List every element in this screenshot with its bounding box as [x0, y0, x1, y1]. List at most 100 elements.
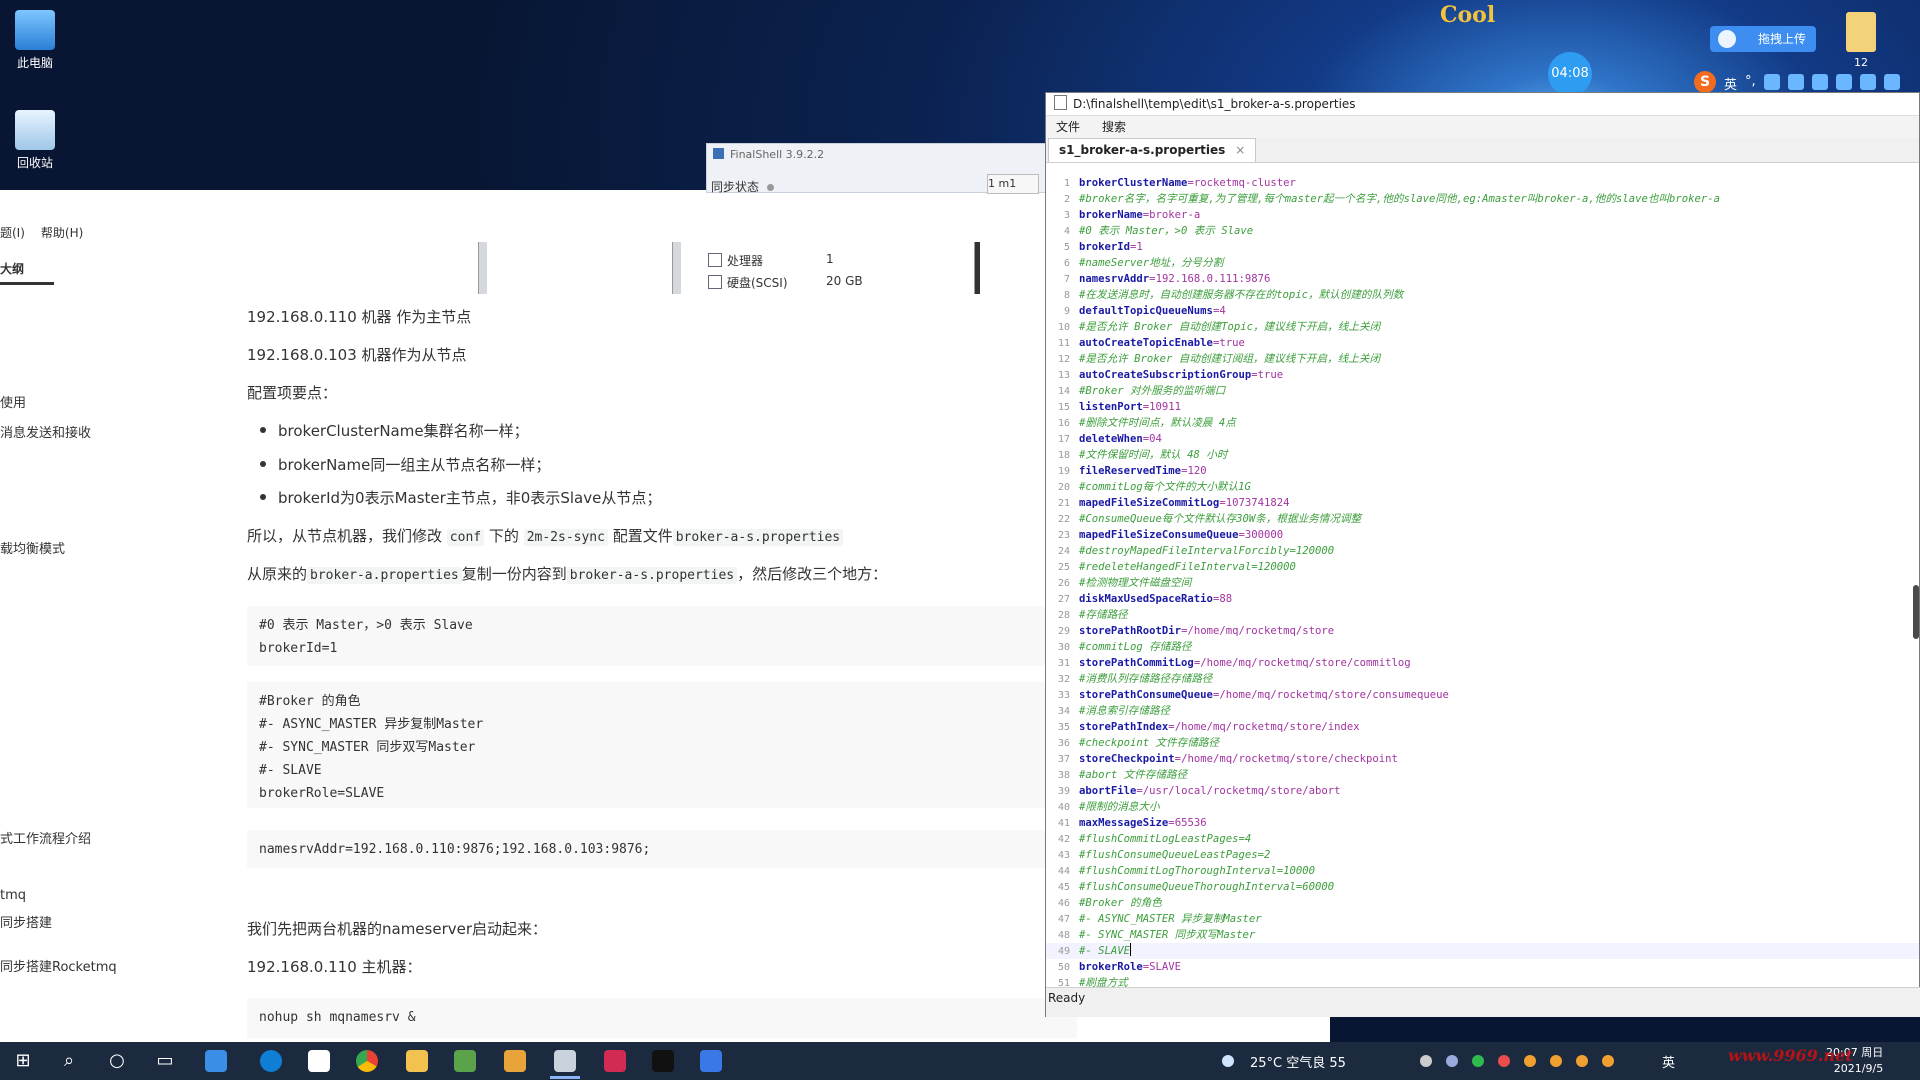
- code-block[interactable]: #Broker 的角色 #- ASYNC_MASTER 异步复制Master #…: [247, 682, 1077, 808]
- editor-line[interactable]: 19 fileReservedTime=120: [1046, 463, 1919, 479]
- editor-line[interactable]: 17 deleteWhen=04: [1046, 431, 1919, 447]
- editor-line[interactable]: 39 abortFile=/usr/local/rocketmq/store/ab…: [1046, 783, 1919, 799]
- editor-line[interactable]: 23 mapedFileSizeConsumeQueue=300000: [1046, 527, 1919, 543]
- ime-indicator[interactable]: 英: [1662, 1052, 1675, 1071]
- properties-editor-window[interactable]: D:\finalshell\temp\edit\s1_broker-a-s.pr…: [1045, 92, 1920, 1017]
- editor-line[interactable]: 26 #检测物理文件磁盘空间: [1046, 575, 1919, 591]
- outline-item[interactable]: tmq: [0, 888, 26, 903]
- editor-line[interactable]: 41 maxMessageSize=65536: [1046, 815, 1919, 831]
- menu-search[interactable]: 搜索: [1102, 116, 1126, 138]
- editor-line[interactable]: 38 #abort 文件存储路径: [1046, 767, 1919, 783]
- editor-line[interactable]: 20 #commitLog每个文件的大小默认1G: [1046, 479, 1919, 495]
- editor-line[interactable]: 14 #Broker 对外服务的监听端口: [1046, 383, 1919, 399]
- editor-text-area[interactable]: 1 brokerClusterName=rocketmq-cluster 2 #bro…: [1046, 175, 1919, 987]
- editor-line[interactable]: 33 storePathConsumeQueue=/home/mq/rocketm…: [1046, 687, 1919, 703]
- editor-line[interactable]: 8 #在发送消息时，自动创建服务器不存在的topic，默认创建的队列数: [1046, 287, 1919, 303]
- editor-line[interactable]: 46 #Broker 的角色: [1046, 895, 1919, 911]
- editor-line[interactable]: 51 #刷盘方式: [1046, 975, 1919, 987]
- grid-icon[interactable]: [1883, 74, 1900, 90]
- editor-line[interactable]: 42 #flushCommitLogLeastPages=4: [1046, 831, 1919, 847]
- task-view-icon[interactable]: ▭: [152, 1048, 178, 1074]
- code-block[interactable]: namesrvAddr=192.168.0.110:9876;192.168.0…: [247, 830, 1077, 868]
- code-block[interactable]: nohup sh mqnamesrv &: [247, 998, 1077, 1038]
- editor-line[interactable]: 16 #删除文件时间点，默认凌晨 4点: [1046, 415, 1919, 431]
- editor-line[interactable]: 9 defaultTopicQueueNums=4: [1046, 303, 1919, 319]
- editor-line[interactable]: 28 #存储路径: [1046, 607, 1919, 623]
- network-icon[interactable]: [1446, 1055, 1458, 1067]
- editor-line[interactable]: 47 #- ASYNC_MASTER 异步复制Master: [1046, 911, 1919, 927]
- editor-line[interactable]: 2 #broker名字，名字可重复,为了管理,每个master起一个名字,他的sl…: [1046, 191, 1919, 207]
- chrome-icon[interactable]: [356, 1050, 378, 1072]
- app-icon-3[interactable]: [700, 1050, 722, 1072]
- editor-line[interactable]: 18 #文件保留时间，默认 48 小时: [1046, 447, 1919, 463]
- desktop-icon-this-pc[interactable]: 此电脑: [0, 10, 70, 71]
- editor-line[interactable]: 5 brokerId=1: [1046, 239, 1919, 255]
- editor-line[interactable]: 40 #限制的消息大小: [1046, 799, 1919, 815]
- editor-line[interactable]: 36 #checkpoint 文件存储路径: [1046, 735, 1919, 751]
- editor-line[interactable]: 49 #- SLAVE: [1046, 943, 1919, 959]
- editor-line[interactable]: 6 #nameServer地址，分号分割: [1046, 255, 1919, 271]
- editor-line[interactable]: 4 #0 表示 Master，>0 表示 Slave: [1046, 223, 1919, 239]
- editor-line[interactable]: 29 storePathRootDir=/home/mq/rocketmq/sto…: [1046, 623, 1919, 639]
- editor-line[interactable]: 35 storePathIndex=/home/mq/rocketmq/store…: [1046, 719, 1919, 735]
- outline-tab[interactable]: 大纲: [0, 260, 24, 277]
- wechat-icon[interactable]: [1472, 1055, 1484, 1067]
- editor-line[interactable]: 30 #commitLog 存储路径: [1046, 639, 1919, 655]
- editor-line[interactable]: 32 #消费队列存储路径存储路径: [1046, 671, 1919, 687]
- ime-lang[interactable]: 英: [1724, 74, 1737, 93]
- editor-line[interactable]: 3 brokerName=broker-a: [1046, 207, 1919, 223]
- skin-icon[interactable]: [1859, 74, 1876, 90]
- tray-app-icon[interactable]: [1524, 1055, 1536, 1067]
- drag-upload-button[interactable]: 拖拽上传: [1710, 26, 1816, 52]
- editor-line[interactable]: 24 #destroyMapedFileIntervalForcibly=1200…: [1046, 543, 1919, 559]
- windows-start-icon[interactable]: ⊞: [10, 1048, 36, 1074]
- code-block[interactable]: #0 表示 Master，>0 表示 Slave brokerId=1: [247, 606, 1077, 666]
- close-icon[interactable]: ×: [1235, 143, 1245, 157]
- keyboard-icon[interactable]: [1811, 74, 1828, 90]
- editor-scrollbar[interactable]: [1913, 585, 1919, 639]
- editor-line[interactable]: 10 #是否允许 Broker 自动创建Topic，建议线下开启，线上关闭: [1046, 319, 1919, 335]
- editor-line[interactable]: 22 #ConsumeQueue每个文件默认存30W条，根据业务情况调整: [1046, 511, 1919, 527]
- outline-item[interactable]: 载均衡模式: [0, 538, 65, 557]
- tray-app-icon[interactable]: [1550, 1055, 1562, 1067]
- emoji-icon[interactable]: [1763, 74, 1780, 90]
- editor-line[interactable]: 25 #redeleteHangedFileInterval=120000: [1046, 559, 1919, 575]
- file-explorer-icon[interactable]: [406, 1050, 428, 1072]
- terminal-icon[interactable]: [652, 1050, 674, 1072]
- editor-line[interactable]: 50 brokerRole=SLAVE: [1046, 959, 1919, 975]
- editor-line[interactable]: 15 listenPort=10911: [1046, 399, 1919, 415]
- weather-text[interactable]: 25°C 空气良 55: [1250, 1052, 1346, 1071]
- outline-item[interactable]: 同步搭建Rocketmq: [0, 956, 117, 975]
- outline-item[interactable]: 消息发送和接收: [0, 422, 91, 441]
- intellij-icon[interactable]: [604, 1050, 626, 1072]
- editor-line[interactable]: 1 brokerClusterName=rocketmq-cluster: [1046, 175, 1919, 191]
- recording-timer[interactable]: 04:08: [1548, 52, 1592, 96]
- editor-line[interactable]: 12 #是否允许 Broker 自动创建订阅组，建议线下开启，线上关闭: [1046, 351, 1919, 367]
- volume-icon[interactable]: [1420, 1055, 1432, 1067]
- editor-line[interactable]: 37 storeCheckpoint=/home/mq/rocketmq/stor…: [1046, 751, 1919, 767]
- menu-file[interactable]: 文件: [1056, 116, 1080, 138]
- weather-icon[interactable]: [1222, 1055, 1234, 1067]
- cortana-icon[interactable]: ○: [104, 1048, 130, 1074]
- ime-punct[interactable]: °,: [1745, 74, 1756, 90]
- notepad-icon[interactable]: [454, 1050, 476, 1072]
- search-icon[interactable]: ⌕: [56, 1048, 82, 1074]
- editor-file-tab[interactable]: s1_broker-a-s.properties ×: [1048, 138, 1257, 162]
- app-icon-1[interactable]: [205, 1050, 227, 1072]
- edge-icon[interactable]: [260, 1050, 282, 1072]
- desktop-icon-recycle-bin[interactable]: 回收站: [0, 110, 70, 171]
- editor-line[interactable]: 34 #消息索引存储路径: [1046, 703, 1919, 719]
- editor-line[interactable]: 31 storePathCommitLog=/home/mq/rocketmq/s…: [1046, 655, 1919, 671]
- editor-line[interactable]: 27 diskMaxUsedSpaceRatio=88: [1046, 591, 1919, 607]
- editor-line[interactable]: 7 namesrvAddr=192.168.0.111:9876: [1046, 271, 1919, 287]
- finalshell-window[interactable]: FinalShell 3.9.2.2 同步状态 1 m1: [706, 143, 1046, 194]
- user-icon[interactable]: [1835, 74, 1852, 90]
- ime-toolbar[interactable]: S 英 °,: [1694, 70, 1900, 94]
- folder-icon[interactable]: [1846, 12, 1876, 52]
- tray-app-icon[interactable]: [1576, 1055, 1588, 1067]
- typora-icon[interactable]: [308, 1050, 330, 1072]
- app-icon-2[interactable]: [504, 1050, 526, 1072]
- menu-help[interactable]: 帮助(H): [41, 224, 83, 241]
- outline-item[interactable]: 同步搭建: [0, 912, 52, 931]
- finalshell-taskbar-icon[interactable]: [554, 1050, 576, 1072]
